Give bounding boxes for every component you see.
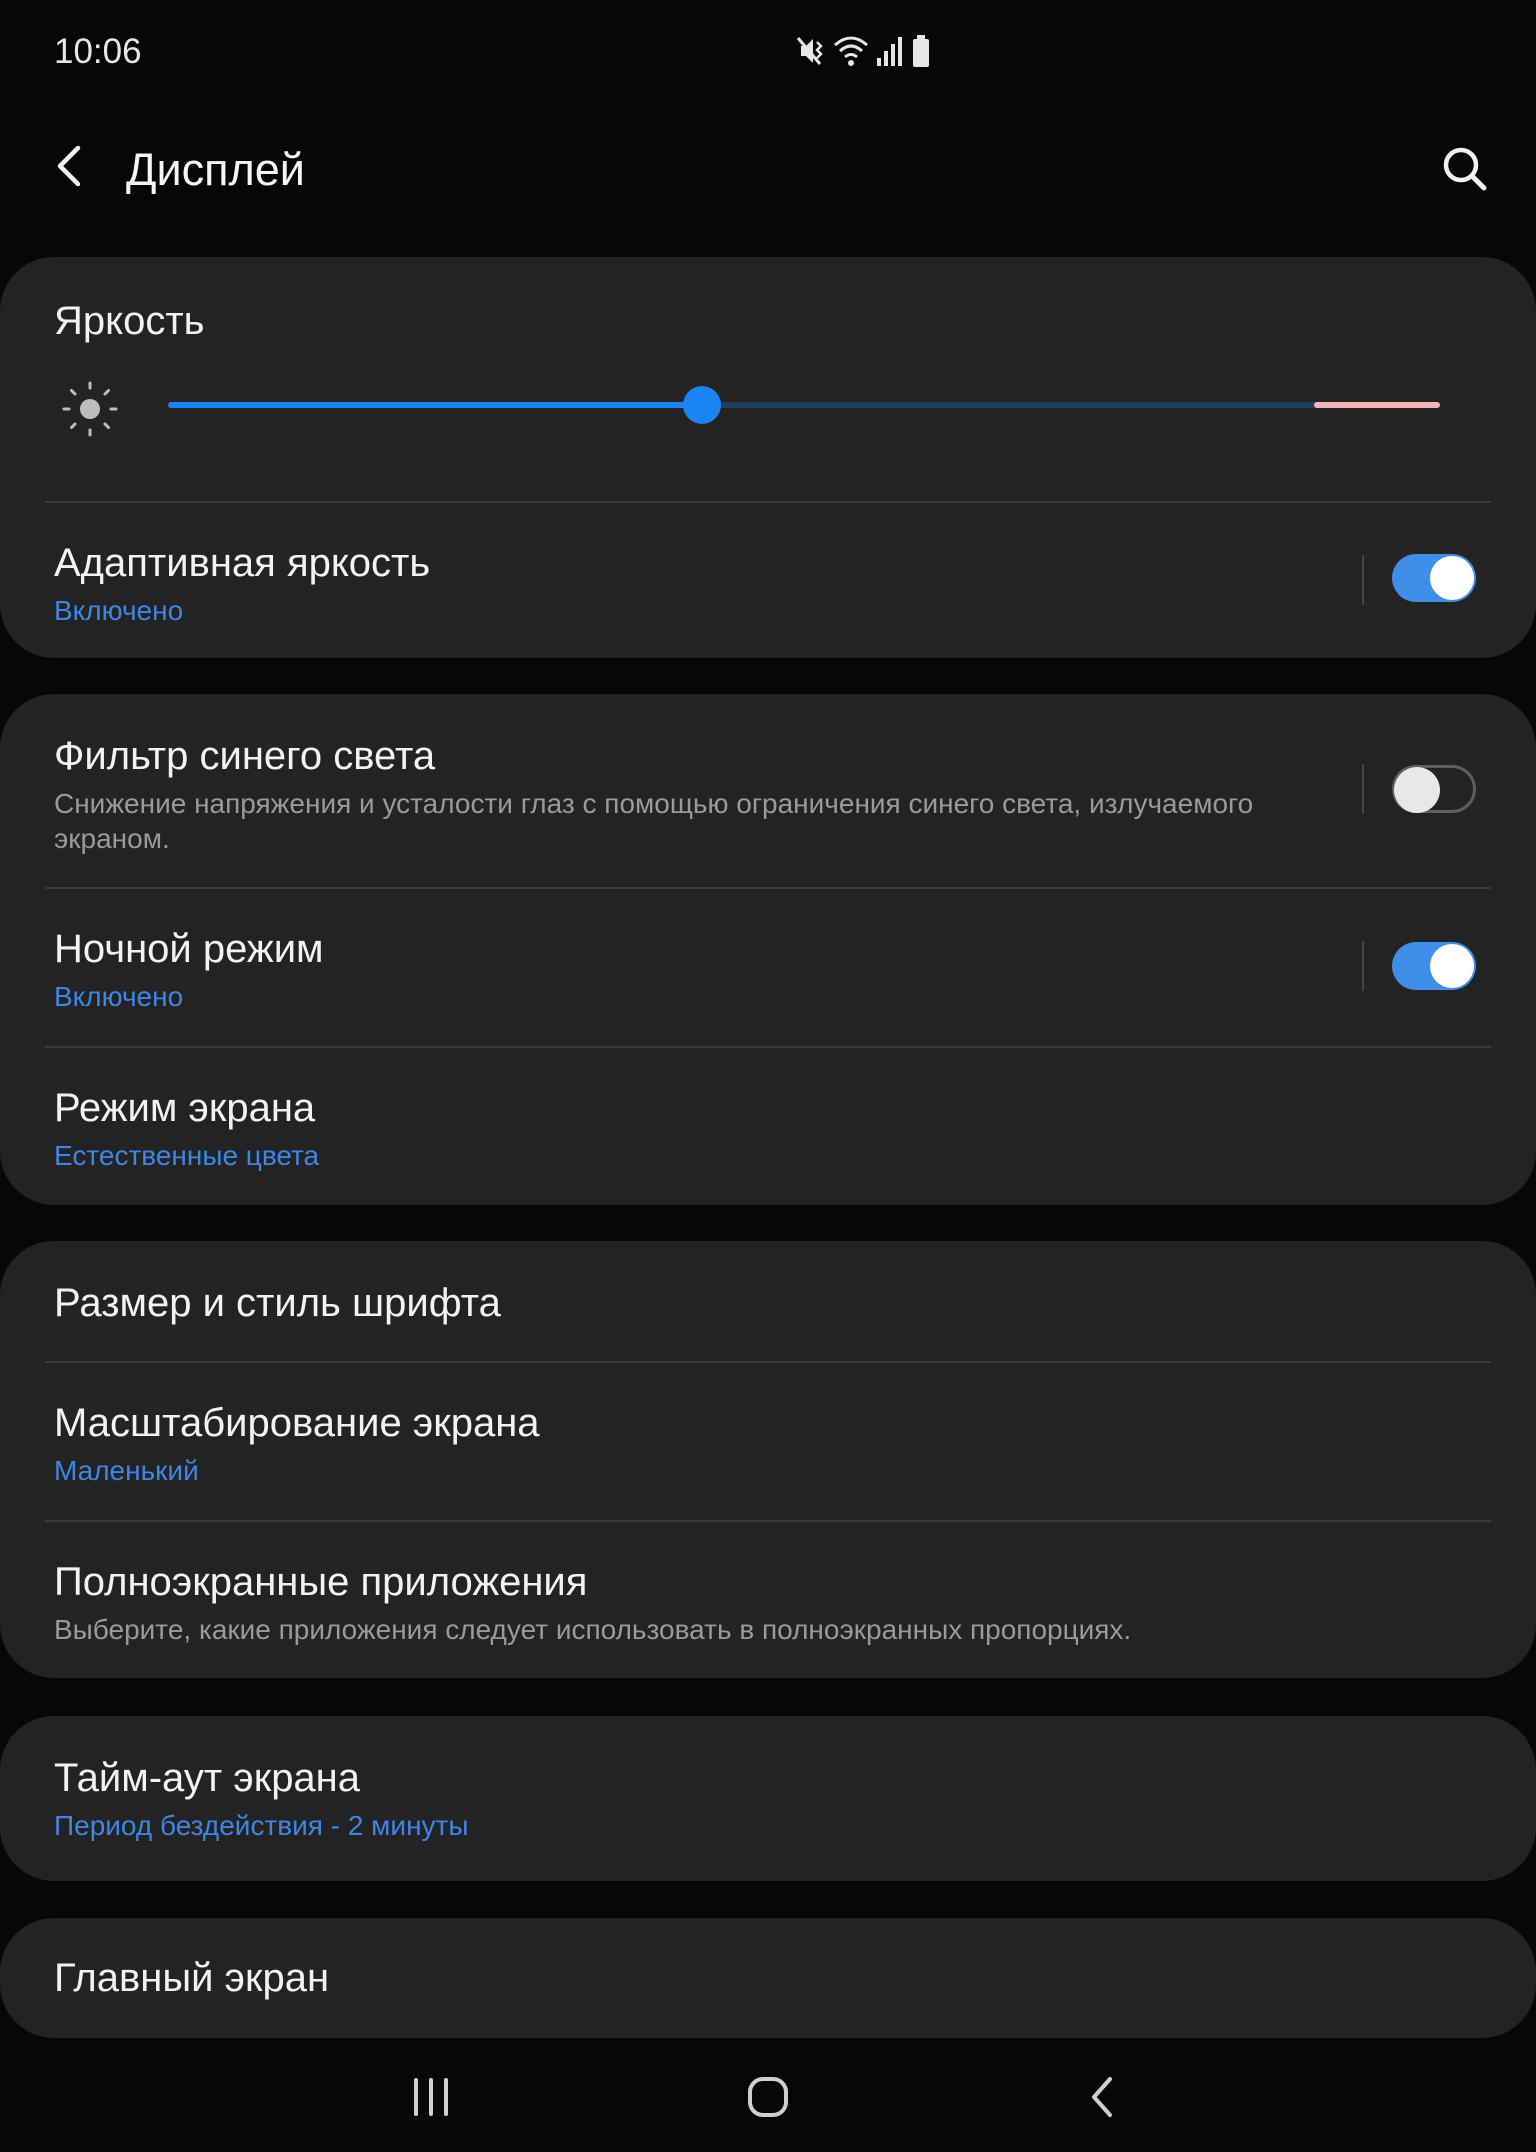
adaptive-brightness-row[interactable]: Адаптивная яркость Включено — [0, 501, 1536, 658]
screen-timeout-card[interactable]: Тайм-аут экрана Период бездействия - 2 м… — [0, 1716, 1536, 1881]
screen-timeout-value: Период бездействия - 2 минуты — [54, 1810, 469, 1841]
brightness-card: Яркость Адаптивная яркость Включено — [0, 257, 1536, 658]
mute-vibrate-icon — [796, 37, 823, 65]
fullscreen-apps-row[interactable]: Полноэкранные приложения Выберите, какие… — [0, 1520, 1536, 1678]
night-mode-toggle[interactable] — [1392, 942, 1476, 990]
night-mode-row[interactable]: Ночной режим Включено — [0, 887, 1536, 1046]
screen-mode-title: Режим экрана — [54, 1086, 316, 1130]
divider — [1362, 555, 1364, 605]
brightness-row: Яркость — [0, 257, 1536, 501]
adaptive-brightness-toggle[interactable] — [1392, 554, 1476, 602]
screen-zoom-row[interactable]: Масштабирование экрана Маленький — [0, 1361, 1536, 1520]
brightness-label: Яркость — [54, 299, 205, 343]
app-bar: Дисплей — [0, 104, 1536, 234]
font-size-style-row[interactable]: Размер и стиль шрифта — [0, 1241, 1536, 1361]
slider-thumb[interactable] — [683, 386, 722, 424]
divider — [1362, 941, 1364, 991]
home-screen-card[interactable]: Главный экран — [0, 1918, 1536, 2038]
sun-icon — [62, 381, 118, 437]
night-mode-status: Включено — [54, 981, 184, 1012]
toggle-knob — [1430, 556, 1474, 600]
screen-zoom-title: Масштабирование экрана — [54, 1401, 540, 1445]
back-icon[interactable] — [1078, 2070, 1132, 2124]
home-screen-row[interactable]: Главный экран — [0, 1918, 1536, 2038]
divider — [1362, 764, 1364, 814]
fullscreen-apps-description: Выберите, какие приложения следует испол… — [54, 1614, 1132, 1645]
home-icon[interactable] — [741, 2070, 795, 2124]
navigation-bar — [0, 2042, 1536, 2152]
screen-mode-row[interactable]: Режим экрана Естественные цвета — [0, 1046, 1536, 1205]
fullscreen-apps-title: Полноэкранные приложения — [54, 1560, 588, 1604]
adaptive-brightness-status: Включено — [54, 595, 184, 626]
toggle-knob — [1430, 944, 1474, 988]
slider-end-segment — [1314, 402, 1440, 408]
blue-light-filter-toggle[interactable] — [1392, 765, 1476, 813]
home-screen-title: Главный экран — [54, 1956, 330, 2000]
brightness-slider[interactable] — [168, 386, 1440, 424]
screen-zoom-value: Маленький — [54, 1455, 199, 1486]
blue-light-filter-title: Фильтр синего света — [54, 734, 436, 778]
adaptive-brightness-title: Адаптивная яркость — [54, 541, 431, 585]
font-and-zoom-card: Размер и стиль шрифта Масштабирование эк… — [0, 1241, 1536, 1678]
signal-icon — [877, 37, 902, 66]
battery-icon — [913, 35, 929, 67]
slider-fill — [168, 402, 703, 408]
chevron-left-icon — [57, 145, 81, 187]
toggle-knob — [1394, 767, 1440, 813]
blue-light-filter-description: Снижение напряжения и усталости глаз с п… — [54, 788, 1254, 854]
blue-light-filter-row[interactable]: Фильтр синего света Снижение напряжения … — [0, 694, 1536, 887]
wifi-icon — [834, 36, 868, 66]
search-icon — [1443, 147, 1487, 191]
page-title: Дисплей — [126, 144, 305, 195]
status-bar: 10:06 — [0, 0, 1536, 104]
search-button[interactable] — [1430, 134, 1500, 204]
display-options-card: Фильтр синего света Снижение напряжения … — [0, 694, 1536, 1205]
night-mode-title: Ночной режим — [54, 927, 324, 971]
screen-timeout-title: Тайм-аут экрана — [54, 1756, 361, 1800]
font-size-style-title: Размер и стиль шрифта — [54, 1281, 501, 1325]
screen-mode-value: Естественные цвета — [54, 1140, 320, 1171]
screen-timeout-row[interactable]: Тайм-аут экрана Период бездействия - 2 м… — [0, 1716, 1536, 1881]
recents-icon[interactable] — [406, 2072, 456, 2122]
back-button[interactable] — [40, 134, 104, 198]
status-time: 10:06 — [54, 32, 142, 71]
